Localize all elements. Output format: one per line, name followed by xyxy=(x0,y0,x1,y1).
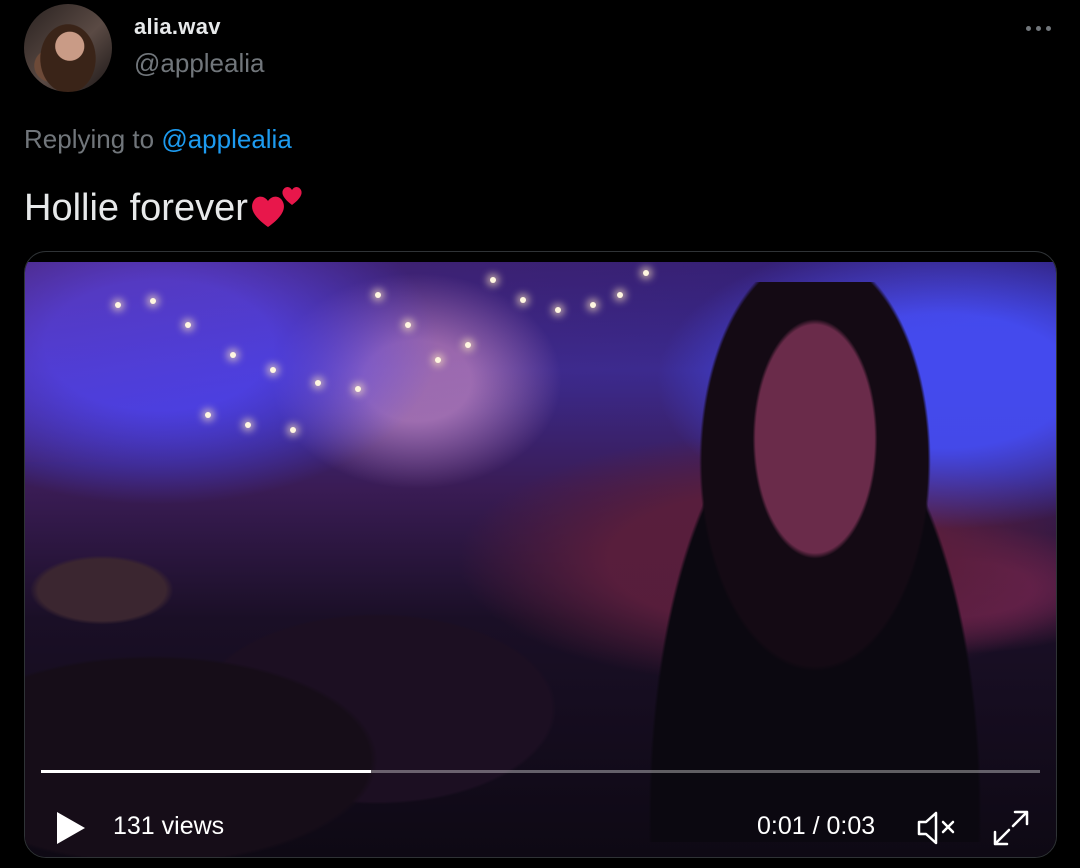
light-bulb xyxy=(290,427,296,433)
video-frame[interactable]: 131 views 0:01 / 0:03 xyxy=(25,262,1056,857)
avatar[interactable] xyxy=(24,4,112,92)
light-bulb xyxy=(490,277,496,283)
muted-speaker-icon[interactable] xyxy=(915,808,959,848)
light-bulb xyxy=(355,386,361,392)
light-bulb xyxy=(643,270,649,276)
author-handle[interactable]: @applealia xyxy=(134,48,264,79)
more-icon xyxy=(1025,25,1031,31)
video-time: 0:01 / 0:03 xyxy=(757,812,876,840)
light-bulb xyxy=(270,367,276,373)
light-bulb xyxy=(435,357,441,363)
replying-to-label: Replying to xyxy=(24,124,155,154)
light-bulb xyxy=(150,298,156,304)
fullscreen-icon[interactable] xyxy=(991,808,1031,848)
replying-to: Replying to @applealia xyxy=(24,124,292,155)
light-bulb xyxy=(230,352,236,358)
light-bulb xyxy=(590,302,596,308)
video-player[interactable]: 131 views 0:01 / 0:03 xyxy=(24,251,1057,858)
light-bulb xyxy=(520,297,526,303)
view-count: 131 views xyxy=(113,812,225,840)
light-bulb xyxy=(465,342,471,348)
author-display-name[interactable]: alia.wav xyxy=(134,14,221,40)
more-options-button[interactable] xyxy=(1020,10,1056,46)
more-icon-dot xyxy=(1035,25,1041,31)
light-bulb xyxy=(375,292,381,298)
video-person xyxy=(605,282,1025,842)
replying-to-mention-link[interactable]: @applealia xyxy=(161,124,291,154)
two-hearts-emoji-icon xyxy=(251,187,302,227)
video-progress-fill xyxy=(41,770,371,773)
play-icon[interactable] xyxy=(55,810,87,846)
light-bulb xyxy=(205,412,211,418)
light-bulb xyxy=(555,307,561,313)
light-bulb xyxy=(245,422,251,428)
video-progress-bar[interactable] xyxy=(41,770,1040,773)
light-bulb xyxy=(617,292,623,298)
light-bulb xyxy=(315,380,321,386)
video-controls: 131 views 0:01 / 0:03 xyxy=(25,792,1056,857)
tweet-text: Hollie forever xyxy=(24,183,306,233)
light-bulb xyxy=(185,322,191,328)
light-bulb xyxy=(405,322,411,328)
more-icon-dot xyxy=(1045,25,1051,31)
tweet-text-body: Hollie forever xyxy=(24,186,248,229)
light-bulb xyxy=(115,302,121,308)
